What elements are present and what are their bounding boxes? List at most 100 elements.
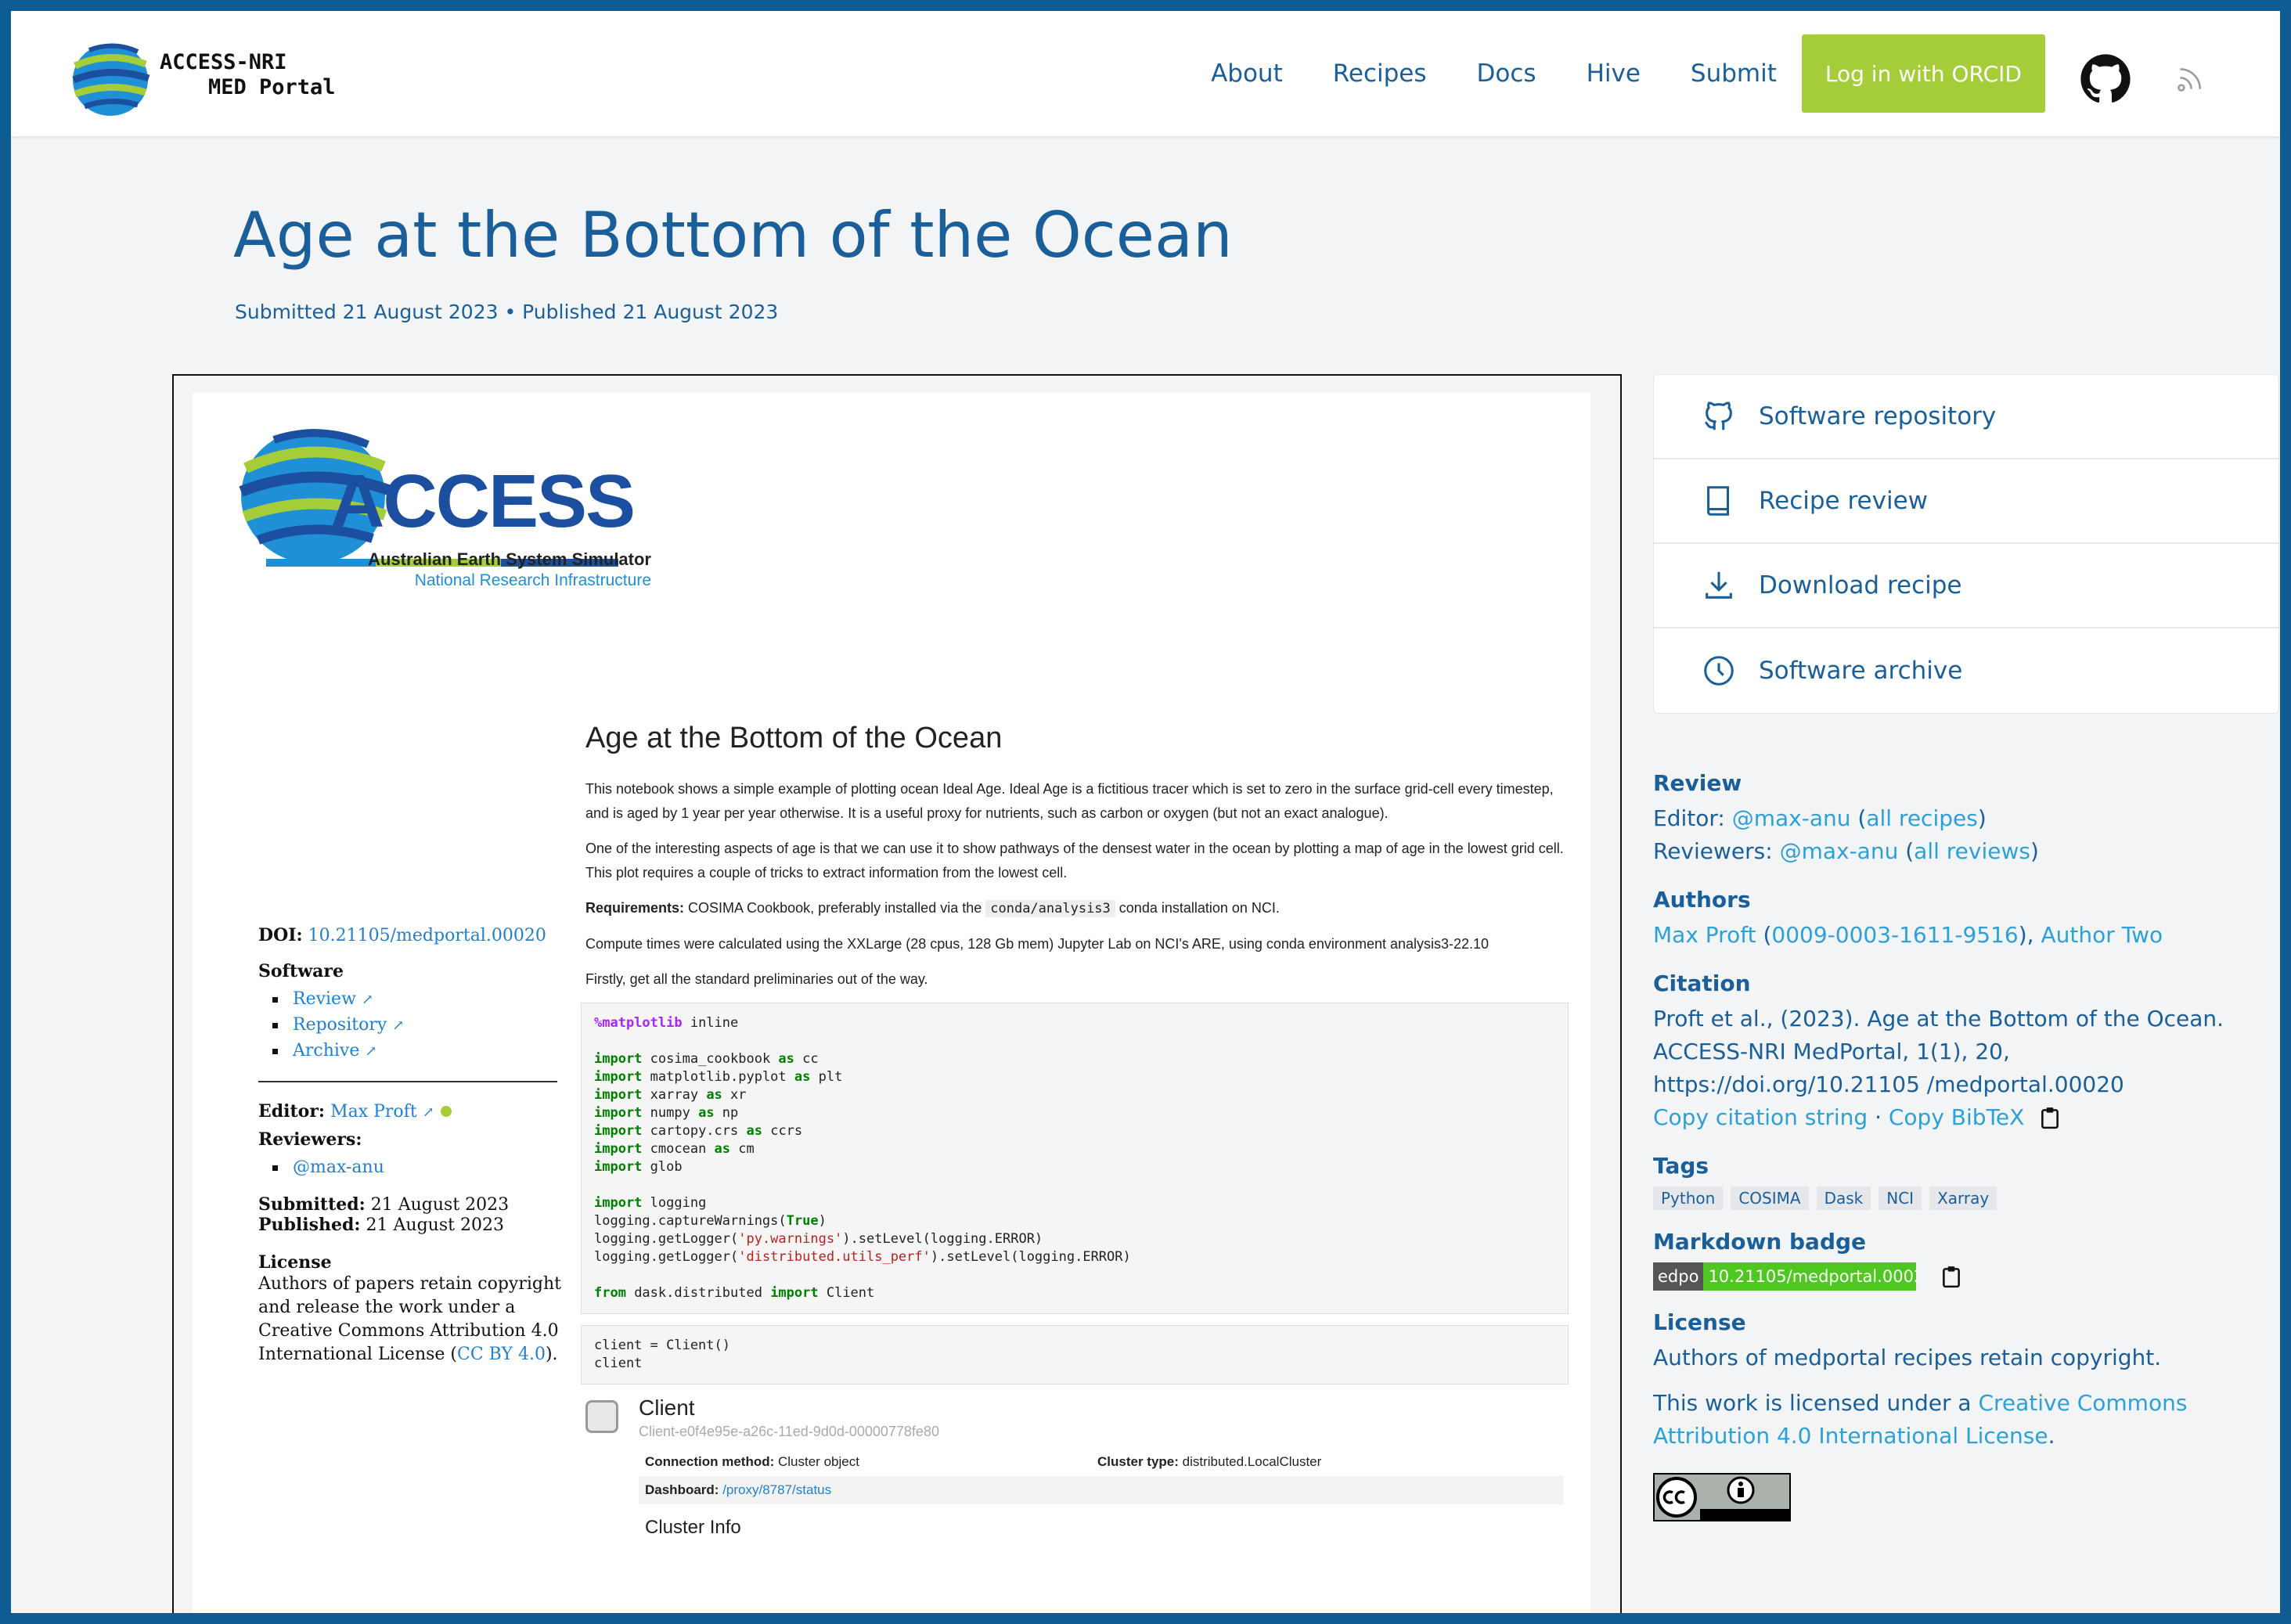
external-link-icon: ↗ (365, 1043, 377, 1060)
download-icon (1706, 571, 1732, 599)
orcid-icon[interactable] (440, 1106, 452, 1117)
markdown-badge-section: Markdown badge edpo 10.21105/medportal.0… (1653, 1229, 2279, 1291)
clipboard-icon[interactable] (1941, 1265, 1961, 1288)
nav-submit[interactable]: Submit (1691, 59, 1777, 88)
top-navbar: ACCESS-NRI MED Portal About Recipes Docs … (11, 11, 2280, 136)
copy-citation-link[interactable]: Copy citation string (1653, 1101, 1868, 1134)
tag[interactable]: Python (1653, 1186, 1724, 1210)
all-recipes-link[interactable]: all recipes (1866, 805, 1978, 831)
reviewers-label: Reviewers: (1653, 838, 1773, 864)
client-name: Client (639, 1395, 695, 1420)
cluster-info-heading: Cluster Info (645, 1517, 741, 1538)
brand-line-1: ACCESS-NRI (160, 50, 287, 74)
software-repository-link[interactable]: Repository ↗ (272, 1015, 571, 1035)
access-wordmark: ACCESS (330, 459, 636, 543)
doi-badge: edpo 10.21105/medportal.0002 (1653, 1262, 1916, 1291)
reviewers-label: Reviewers: (258, 1129, 362, 1150)
copy-bibtex-link[interactable]: Copy BibTeX (1889, 1101, 2024, 1134)
connection-value: Cluster object (778, 1454, 859, 1469)
requirements-label: Requirements: (585, 900, 685, 916)
authors-heading: Authors (1653, 887, 1751, 913)
nav-about[interactable]: About (1211, 59, 1283, 88)
table-row: Connection method: Cluster object Cluste… (639, 1448, 1564, 1476)
access-subtitle-2: National Research Infrastructure (414, 571, 651, 589)
tag[interactable]: Dask (1816, 1186, 1871, 1210)
login-orcid-button[interactable]: Log in with ORCID (1801, 34, 2045, 113)
published-label: Published: (258, 1215, 361, 1235)
software-archive-link[interactable]: Archive ↗ (272, 1041, 571, 1060)
notebook-paragraph: Firstly, get all the standard preliminar… (585, 971, 928, 987)
recipe-review-label: Recipe review (1759, 487, 1929, 515)
license-text-2: This work is licensed under a (1653, 1390, 1972, 1416)
inline-code: conda/analysis3 (985, 900, 1115, 917)
doi-link[interactable]: 10.21105/medportal.00020 (308, 926, 546, 945)
notebook-paragraph: One of the interesting aspects of age is… (585, 841, 1564, 880)
cc-by-badge-icon[interactable] (1653, 1473, 1791, 1521)
badge-row: edpo 10.21105/medportal.0002 (1653, 1262, 2279, 1291)
software-links: Review ↗ Repository ↗ Archive ↗ (258, 989, 571, 1060)
brand-name[interactable]: ACCESS-NRI MED Portal (160, 50, 336, 100)
reviewer-user-link[interactable]: @max-anu (1780, 838, 1899, 864)
author-link[interactable]: Author Two (2041, 922, 2163, 948)
book-icon (1707, 486, 1730, 516)
browser-viewport: ACCESS-NRI MED Portal About Recipes Docs … (11, 11, 2280, 1613)
code-cell-client[interactable]: client = Client() client (581, 1325, 1569, 1385)
editor-label: Editor: (258, 1101, 326, 1122)
external-link-icon: ↗ (422, 1104, 434, 1121)
download-recipe-button[interactable]: Download recipe (1654, 544, 2278, 628)
review-section: Review Editor: @max-anu (all recipes) Re… (1653, 770, 2279, 868)
review-link-label: Review (293, 989, 356, 1009)
software-archive-label: Software archive (1759, 657, 1963, 685)
notebook-preview-frame[interactable]: ACCESS Australian Earth System Simulator… (172, 374, 1622, 1613)
github-icon[interactable] (2080, 53, 2131, 105)
editor-user-link[interactable]: @max-anu (1732, 805, 1851, 831)
license-text: Authors of medportal recipes retain copy… (1653, 1345, 2162, 1370)
page-title: Age at the Bottom of the Ocean (233, 199, 1233, 272)
recipe-review-button[interactable]: Recipe review (1654, 459, 2278, 544)
clipboard-icon[interactable] (2040, 1106, 2060, 1129)
access-nri-logo-icon[interactable] (67, 34, 153, 121)
review-heading: Review (1653, 770, 1742, 796)
published-value: 21 August 2023 (366, 1215, 504, 1235)
tag[interactable]: NCI (1879, 1186, 1922, 1210)
license-text: Authors of papers retain copyright and r… (258, 1273, 571, 1367)
software-repository-button[interactable]: Software repository (1654, 375, 2278, 459)
tag[interactable]: Xarray (1929, 1186, 1997, 1210)
submitted-value: 21 August 2023 (370, 1195, 510, 1215)
requirements-text: COSIMA Cookbook, preferably installed vi… (688, 900, 982, 916)
divider (258, 1081, 557, 1082)
dashboard-link[interactable]: /proxy/8787/status (722, 1482, 831, 1497)
software-archive-button[interactable]: Software archive (1654, 628, 2278, 713)
reviewer-link[interactable]: @max-anu (272, 1158, 571, 1177)
doi-label: DOI: (258, 925, 303, 945)
nav-recipes[interactable]: Recipes (1333, 59, 1427, 88)
notebook-content: Age at the Bottom of the Ocean This note… (581, 722, 1569, 1539)
submitted-date: Submitted 21 August 2023 (235, 301, 499, 323)
cc-by-link[interactable]: CC BY 4.0 (457, 1345, 546, 1364)
recipe-details: Review Editor: @max-anu (all recipes) Re… (1653, 770, 2279, 1543)
connection-label: Connection method: (645, 1454, 775, 1469)
clock-icon (1704, 656, 1734, 686)
tag-list: Python COSIMA Dask NCI Xarray (1653, 1186, 2279, 1210)
license-label: License (258, 1252, 332, 1273)
tag[interactable]: COSIMA (1731, 1186, 1809, 1210)
reviewer-list: @max-anu (258, 1158, 571, 1177)
citation-heading: Citation (1653, 970, 1751, 996)
badge-left: edpo (1653, 1262, 1704, 1291)
software-repository-label: Software repository (1759, 402, 1997, 430)
copy-separator: · (1875, 1104, 1882, 1130)
nav-docs[interactable]: Docs (1477, 59, 1536, 88)
table-row: Dashboard: /proxy/8787/status (639, 1476, 1564, 1504)
all-reviews-link[interactable]: all reviews (1914, 838, 2030, 864)
author-link[interactable]: Max Proft (1653, 922, 1756, 948)
nav-hive[interactable]: Hive (1587, 59, 1641, 88)
dashboard-label: Dashboard: (645, 1482, 719, 1497)
author-orcid-link[interactable]: 0009-0003-1611-9516 (1771, 922, 2018, 948)
rss-icon[interactable] (2175, 64, 2205, 94)
editor-link[interactable]: Max Proft (330, 1102, 417, 1122)
license-heading: License (1653, 1309, 1746, 1335)
authors-section: Authors Max Proft (0009-0003-1611-9516),… (1653, 887, 2279, 952)
citation-section: Citation Proft et al., (2023). Age at th… (1653, 970, 2279, 1134)
software-review-link[interactable]: Review ↗ (272, 989, 571, 1009)
code-cell-imports[interactable]: %matplotlib inline import cosima_cookboo… (581, 1003, 1569, 1314)
